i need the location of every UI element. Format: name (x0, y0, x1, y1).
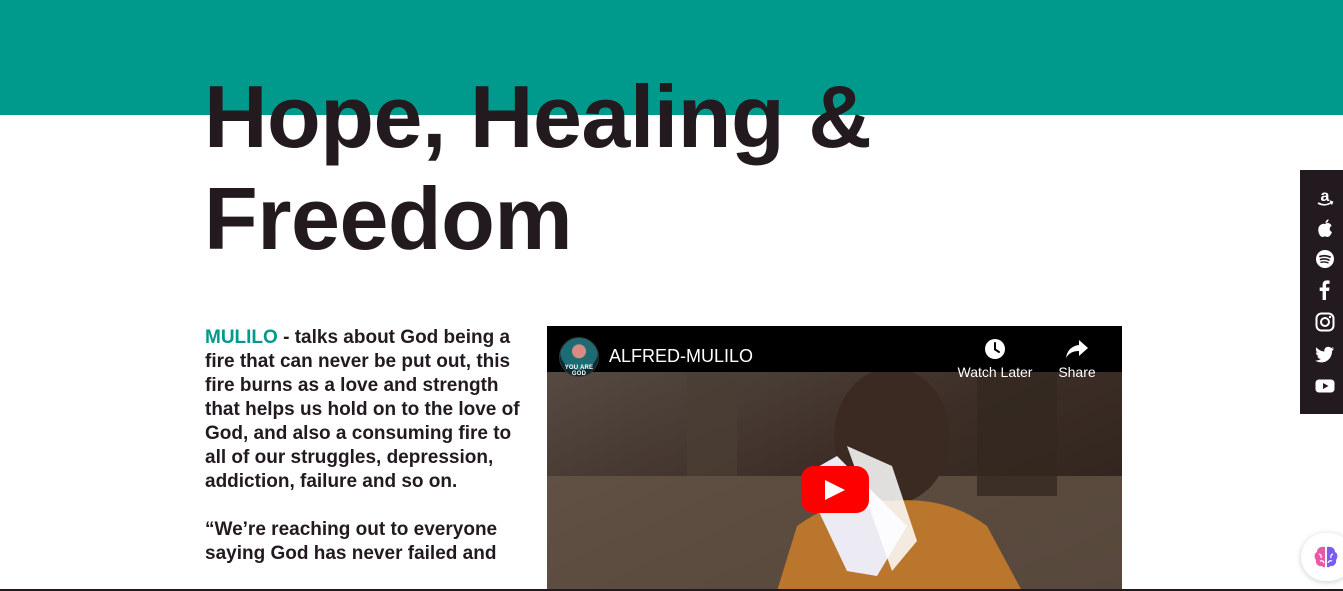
twitter-icon[interactable] (1315, 344, 1335, 364)
watch-later-label: Watch Later (957, 364, 1033, 380)
page-title-line-2: Freedom (204, 169, 573, 268)
video-title-bar: YOU ARE GOD ALFRED-MULILO Watch Later Sh… (547, 326, 1122, 380)
youtube-video-player[interactable]: YOU ARE GOD ALFRED-MULILO Watch Later Sh… (547, 326, 1122, 591)
article-paragraph-1-text: - talks about God being a fire that can … (205, 327, 520, 492)
watch-later-button[interactable]: Watch Later (955, 338, 1035, 380)
instagram-icon[interactable] (1315, 312, 1335, 332)
play-button[interactable] (801, 466, 869, 513)
svg-text:a: a (1321, 188, 1330, 205)
brain-icon (1314, 546, 1338, 568)
channel-avatar[interactable]: YOU ARE GOD (559, 337, 599, 377)
artist-name: MULILO (205, 327, 278, 348)
page-title-line-1: Hope, Healing & (204, 67, 872, 166)
apple-icon[interactable] (1315, 218, 1335, 238)
page-title: Hope, Healing & Freedom (204, 66, 964, 270)
article-body: MULILO - talks about God being a fire th… (205, 326, 525, 566)
assistant-widget-button[interactable] (1301, 533, 1343, 581)
video-title[interactable]: ALFRED-MULILO (609, 346, 753, 367)
spotify-icon[interactable] (1315, 249, 1335, 269)
share-arrow-icon (1066, 340, 1088, 358)
youtube-icon[interactable] (1315, 376, 1335, 396)
share-button[interactable]: Share (1047, 338, 1107, 380)
play-icon (825, 480, 845, 500)
share-label: Share (1058, 364, 1096, 380)
amazon-icon[interactable]: a (1315, 187, 1335, 207)
channel-avatar-text: YOU ARE GOD (564, 365, 594, 377)
article-paragraph-2: “We’re reaching out to everyone saying G… (205, 519, 498, 564)
article-paragraph-1: MULILO - talks about God being a fire th… (205, 326, 525, 494)
social-sidebar: a (1300, 170, 1343, 414)
clock-icon (985, 339, 1005, 359)
facebook-icon[interactable] (1315, 280, 1335, 300)
